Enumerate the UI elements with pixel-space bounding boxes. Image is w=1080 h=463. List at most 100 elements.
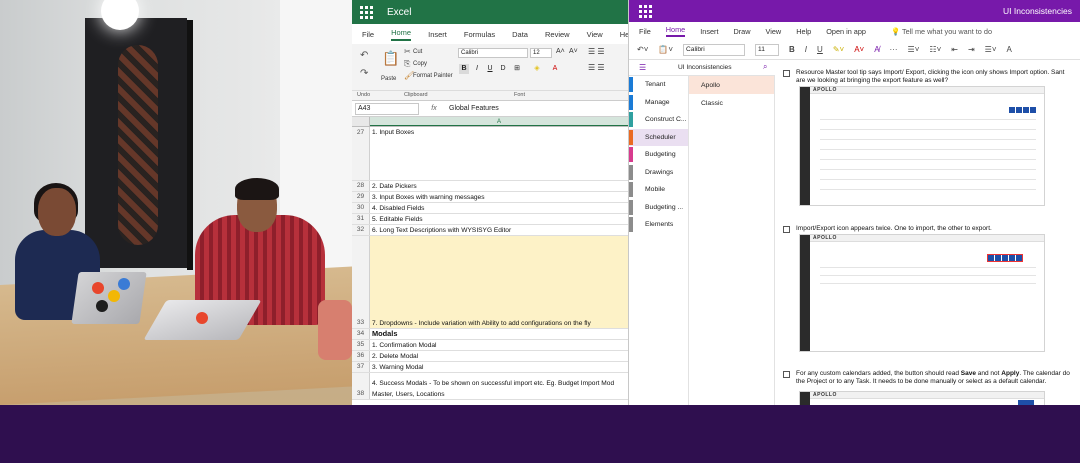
onenote-tab-insert[interactable]: Insert xyxy=(700,27,718,36)
section-manage[interactable]: Manage xyxy=(629,94,688,112)
copy-icon[interactable]: ⎘ xyxy=(404,59,410,69)
page-classic[interactable]: Classic xyxy=(689,94,774,112)
nav-menu-icon[interactable]: ☰ xyxy=(639,63,646,72)
sheet-row[interactable]: 34 Modals xyxy=(352,329,628,340)
onenote-tab-help[interactable]: Help xyxy=(796,27,811,36)
format-painter-button[interactable]: Format Painter xyxy=(413,73,453,79)
align-center-icon[interactable]: ☰ ☰ xyxy=(588,63,605,72)
sheet-row[interactable]: 36 2. Delete Modal xyxy=(352,351,628,362)
onenote-tab-file[interactable]: File xyxy=(639,27,651,36)
font-name-dropdown[interactable]: Calibri xyxy=(683,43,746,56)
excel-tab-file[interactable]: File xyxy=(362,30,374,39)
align-icon[interactable]: ☰˅ xyxy=(985,45,997,54)
sheet-cell[interactable]: 2. Date Pickers xyxy=(370,181,628,191)
sheet-row[interactable]: 28 2. Date Pickers xyxy=(352,181,628,192)
numbering-icon[interactable]: ☷˅ xyxy=(929,45,941,54)
bold-button[interactable]: B xyxy=(459,64,469,74)
bullets-icon[interactable]: ☰˅ xyxy=(908,45,920,54)
sheet-cell-heading[interactable]: Modals xyxy=(370,329,628,339)
copy-button[interactable]: Copy xyxy=(413,61,427,67)
bold-button[interactable]: B xyxy=(789,45,795,54)
sheet-cell[interactable]: 3. Input Boxes with warning messages xyxy=(370,192,628,202)
font-name-dropdown[interactable]: Calibri xyxy=(458,48,528,58)
select-all-corner[interactable] xyxy=(352,117,370,126)
cut-button[interactable]: Cut xyxy=(413,49,422,55)
sheet-row[interactable]: 32 6. Long Text Descriptions with WYSISY… xyxy=(352,225,628,236)
italic-button[interactable]: I xyxy=(805,45,807,54)
search-icon[interactable]: ⌕ xyxy=(763,62,767,72)
italic-button[interactable]: I xyxy=(472,64,482,74)
clipboard-icon[interactable]: 📋˅ xyxy=(658,45,673,54)
paste-button[interactable]: Paste xyxy=(381,76,396,82)
sheet-cell[interactable]: 1. Confirmation Modal xyxy=(370,340,628,350)
row-number[interactable]: 27 xyxy=(352,127,370,180)
todo-checkbox[interactable] xyxy=(783,226,790,233)
onenote-tab-view[interactable]: View xyxy=(766,27,782,36)
onenote-tab-draw[interactable]: Draw xyxy=(733,27,750,36)
excel-tab-insert[interactable]: Insert xyxy=(428,30,447,39)
todo-text[interactable]: For any custom calendars added, the butt… xyxy=(796,370,1070,386)
fill-color-icon[interactable]: ◈ xyxy=(532,64,542,74)
note-canvas[interactable]: Resource Master tool tip says Import/ Ex… xyxy=(775,60,1080,405)
excel-tab-formulas[interactable]: Formulas xyxy=(464,30,495,39)
row-number[interactable]: 29 xyxy=(352,192,370,202)
tell-me-search[interactable]: 💡 Tell me what you want to do xyxy=(891,27,992,36)
sheet-cell[interactable]: 2. Delete Modal xyxy=(370,351,628,361)
sheet-row[interactable]: 38 4. Success Modals - To be shown on su… xyxy=(352,373,628,400)
sheet-row[interactable]: 31 5. Editable Fields xyxy=(352,214,628,225)
excel-tab-data[interactable]: Data xyxy=(512,30,528,39)
excel-tab-review[interactable]: Review xyxy=(545,30,570,39)
more-icon[interactable]: ··· xyxy=(890,45,898,54)
redo-icon[interactable]: ↷ xyxy=(360,68,368,79)
align-icon[interactable]: ☰ ☰ xyxy=(588,47,605,56)
todo-checkbox[interactable] xyxy=(783,371,790,378)
fx-icon[interactable]: fx xyxy=(425,105,443,112)
paste-icon[interactable]: 📋 xyxy=(382,50,399,67)
highlight-icon[interactable]: ✎˅ xyxy=(833,45,844,54)
sheet-row[interactable]: 29 3. Input Boxes with warning messages xyxy=(352,192,628,203)
row-number[interactable]: 38 xyxy=(352,373,370,399)
sheet-row[interactable]: 27 1. Input Boxes xyxy=(352,127,628,181)
grow-font-icon[interactable]: A˄ xyxy=(556,48,565,55)
todo-text[interactable]: Import/Export icon appears twice. One to… xyxy=(796,225,992,233)
row-number[interactable]: 32 xyxy=(352,225,370,235)
borders-icon[interactable]: ⊞ xyxy=(512,64,522,74)
sheet-cell[interactable]: 4. Success Modals - To be shown on succe… xyxy=(370,373,628,399)
font-color-icon[interactable]: A xyxy=(550,64,560,74)
sheet-row-highlighted[interactable]: 33 7. Dropdowns - Include variation with… xyxy=(352,236,628,329)
sheet-cell[interactable]: 5. Editable Fields xyxy=(370,214,628,224)
font-size-dropdown[interactable]: 12 xyxy=(530,48,552,58)
sheet-cell[interactable]: 3. Warning Modal xyxy=(370,362,628,372)
row-number[interactable]: 30 xyxy=(352,203,370,213)
todo-checkbox[interactable] xyxy=(783,70,790,77)
row-number[interactable]: 35 xyxy=(352,340,370,350)
font-size-dropdown[interactable]: 11 xyxy=(755,43,780,56)
styles-icon[interactable]: A xyxy=(1006,45,1011,54)
section-scheduler[interactable]: Scheduler xyxy=(629,128,688,146)
section-construct[interactable]: Construct C... xyxy=(629,111,688,129)
section-elements[interactable]: Elements xyxy=(629,216,688,234)
indent-icon[interactable]: ⇥ xyxy=(968,45,975,54)
undo-icon[interactable]: ↶ xyxy=(360,50,368,61)
row-number[interactable]: 36 xyxy=(352,351,370,361)
page-apollo[interactable]: Apollo xyxy=(689,76,774,94)
row-number[interactable]: 33 xyxy=(352,236,370,328)
column-header-a[interactable]: A xyxy=(370,117,628,126)
formula-input[interactable]: Global Features xyxy=(449,105,499,112)
app-launcher-icon[interactable] xyxy=(639,4,652,18)
shrink-font-icon[interactable]: A˅ xyxy=(569,48,578,55)
notebook-name[interactable]: UI Inconsistencies xyxy=(678,64,732,71)
row-number[interactable]: 34 xyxy=(352,329,370,339)
open-in-app-button[interactable]: Open in app xyxy=(826,27,866,36)
sheet-cell[interactable]: 1. Input Boxes xyxy=(370,127,628,180)
section-budgeting-2[interactable]: Budgeting ... xyxy=(629,199,688,217)
sheet-cell[interactable]: 7. Dropdowns - Include variation with Ab… xyxy=(370,236,628,328)
section-budgeting[interactable]: Budgeting xyxy=(629,146,688,164)
underline-button[interactable]: U xyxy=(485,64,495,74)
sheet-row[interactable]: 37 3. Warning Modal xyxy=(352,362,628,373)
cut-icon[interactable]: ✂ xyxy=(404,47,411,56)
app-launcher-icon[interactable] xyxy=(360,5,373,19)
section-drawings[interactable]: Drawings xyxy=(629,164,688,182)
underline-button[interactable]: U xyxy=(817,45,823,54)
clear-format-icon[interactable]: A̸ xyxy=(874,45,879,54)
